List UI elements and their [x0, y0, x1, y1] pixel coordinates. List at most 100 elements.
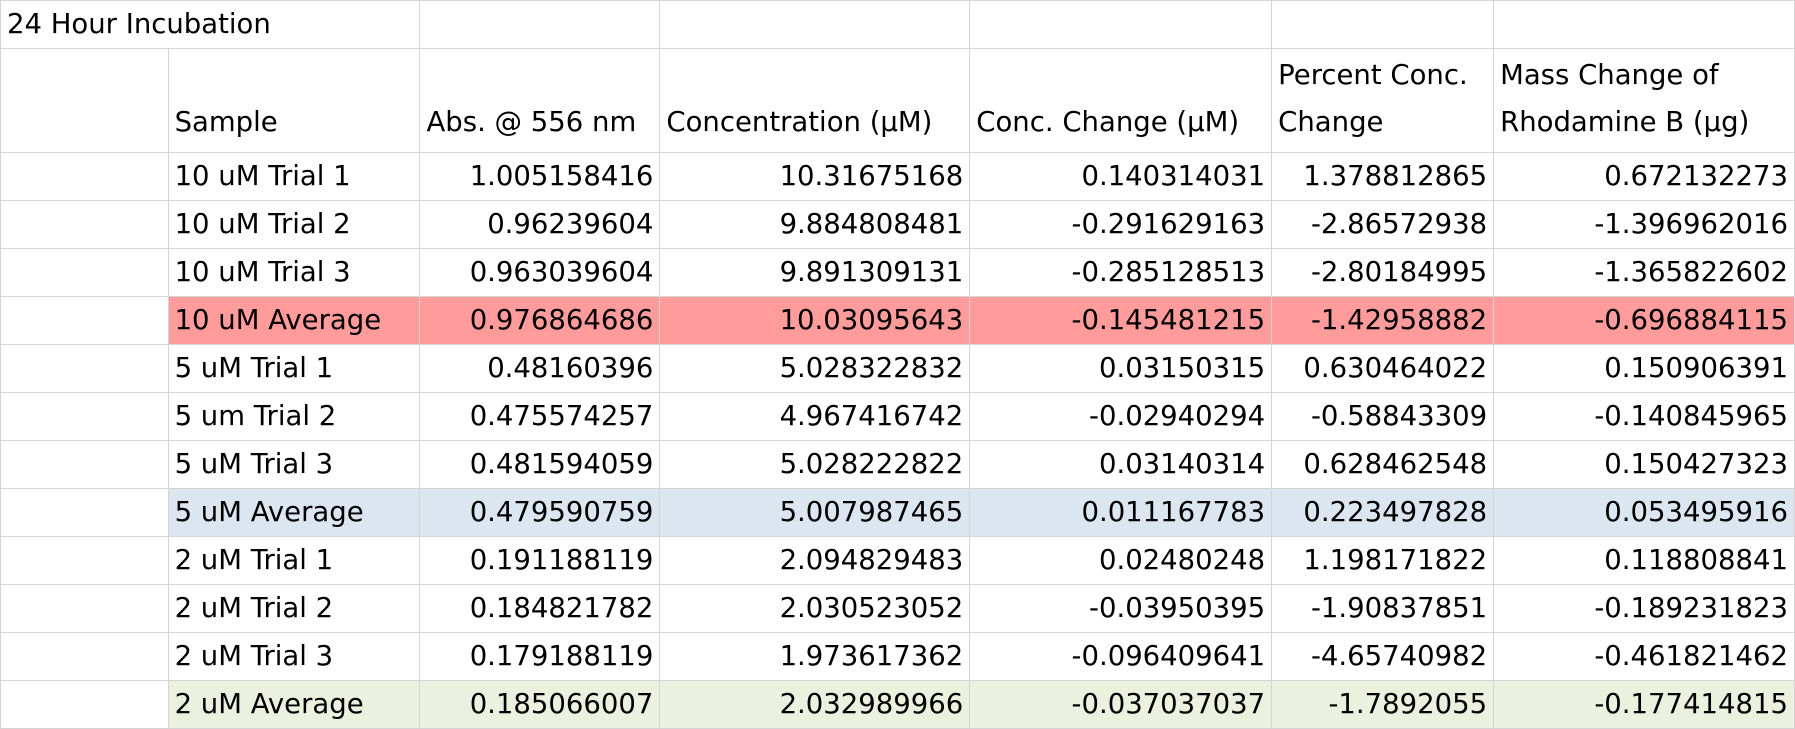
- cell-percent-change[interactable]: 1.198171822: [1271, 536, 1495, 585]
- cell-conc-change[interactable]: 0.140314031: [969, 152, 1273, 201]
- cell-concentration[interactable]: 2.094829483: [659, 536, 971, 585]
- cell-conc-change[interactable]: -0.145481215: [969, 296, 1273, 345]
- empty-cell[interactable]: [0, 584, 169, 633]
- cell-concentration[interactable]: 10.03095643: [659, 296, 971, 345]
- cell-conc-change[interactable]: 0.03140314: [969, 440, 1273, 489]
- cell-sample[interactable]: 2 uM Trial 1: [167, 536, 421, 585]
- cell-abs[interactable]: 0.191188119: [419, 536, 661, 585]
- cell-abs[interactable]: 0.963039604: [419, 248, 661, 297]
- table-row: 2 uM Trial 2 0.184821782 2.030523052 -0.…: [0, 584, 1795, 633]
- cell-mass-change[interactable]: 0.053495916: [1493, 488, 1795, 537]
- cell-concentration[interactable]: 9.891309131: [659, 248, 971, 297]
- cell-percent-change[interactable]: -1.90837851: [1271, 584, 1495, 633]
- cell-conc-change[interactable]: 0.02480248: [969, 536, 1273, 585]
- cell-percent-change[interactable]: -1.42958882: [1271, 296, 1495, 345]
- cell-mass-change[interactable]: -1.396962016: [1493, 200, 1795, 249]
- cell-concentration[interactable]: 2.030523052: [659, 584, 971, 633]
- header-mass-change[interactable]: Mass Change of Rhodamine B (µg): [1493, 48, 1795, 153]
- cell-percent-change[interactable]: -1.7892055: [1271, 680, 1495, 729]
- cell-mass-change[interactable]: 0.150906391: [1493, 344, 1795, 393]
- cell-conc-change[interactable]: 0.011167783: [969, 488, 1273, 537]
- cell-sample[interactable]: 5 uM Trial 1: [167, 344, 421, 393]
- empty-cell[interactable]: [0, 344, 169, 393]
- cell-mass-change[interactable]: -0.177414815: [1493, 680, 1795, 729]
- cell-sample[interactable]: 10 uM Average: [167, 296, 421, 345]
- cell-percent-change[interactable]: -2.80184995: [1271, 248, 1495, 297]
- empty-cell[interactable]: [419, 0, 661, 49]
- empty-cell[interactable]: [0, 488, 169, 537]
- empty-cell[interactable]: [0, 248, 169, 297]
- cell-mass-change[interactable]: 0.150427323: [1493, 440, 1795, 489]
- cell-conc-change[interactable]: -0.291629163: [969, 200, 1273, 249]
- cell-concentration[interactable]: 5.007987465: [659, 488, 971, 537]
- cell-mass-change[interactable]: 0.672132273: [1493, 152, 1795, 201]
- cell-concentration[interactable]: 10.31675168: [659, 152, 971, 201]
- cell-mass-change[interactable]: -1.365822602: [1493, 248, 1795, 297]
- empty-cell[interactable]: [0, 632, 169, 681]
- cell-conc-change[interactable]: -0.037037037: [969, 680, 1273, 729]
- cell-concentration[interactable]: 4.967416742: [659, 392, 971, 441]
- cell-abs[interactable]: 0.976864686: [419, 296, 661, 345]
- cell-conc-change[interactable]: -0.03950395: [969, 584, 1273, 633]
- cell-sample[interactable]: 5 uM Average: [167, 488, 421, 537]
- cell-percent-change[interactable]: 0.223497828: [1271, 488, 1495, 537]
- cell-mass-change[interactable]: -0.696884115: [1493, 296, 1795, 345]
- cell-percent-change[interactable]: -0.58843309: [1271, 392, 1495, 441]
- cell-percent-change[interactable]: -4.65740982: [1271, 632, 1495, 681]
- cell-sample[interactable]: 2 uM Trial 2: [167, 584, 421, 633]
- empty-cell[interactable]: [0, 680, 169, 729]
- cell-sample[interactable]: 10 uM Trial 1: [167, 152, 421, 201]
- cell-mass-change[interactable]: -0.461821462: [1493, 632, 1795, 681]
- cell-conc-change[interactable]: -0.285128513: [969, 248, 1273, 297]
- sheet-title[interactable]: 24 Hour Incubation: [0, 0, 421, 49]
- cell-conc-change[interactable]: -0.096409641: [969, 632, 1273, 681]
- empty-cell[interactable]: [0, 296, 169, 345]
- header-percent-change[interactable]: Percent Conc. Change: [1271, 48, 1495, 153]
- cell-mass-change[interactable]: 0.118808841: [1493, 536, 1795, 585]
- cell-mass-change[interactable]: -0.189231823: [1493, 584, 1795, 633]
- cell-concentration[interactable]: 2.032989966: [659, 680, 971, 729]
- cell-percent-change[interactable]: 0.628462548: [1271, 440, 1495, 489]
- cell-percent-change[interactable]: 0.630464022: [1271, 344, 1495, 393]
- cell-abs[interactable]: 0.48160396: [419, 344, 661, 393]
- empty-cell[interactable]: [0, 392, 169, 441]
- empty-cell[interactable]: [0, 536, 169, 585]
- cell-abs[interactable]: 0.179188119: [419, 632, 661, 681]
- title-row: 24 Hour Incubation: [0, 0, 1795, 49]
- empty-cell[interactable]: [1271, 0, 1495, 49]
- header-percent-line1: Percent Conc.: [1278, 59, 1468, 91]
- cell-mass-change[interactable]: -0.140845965: [1493, 392, 1795, 441]
- empty-cell[interactable]: [659, 0, 971, 49]
- empty-cell[interactable]: [969, 0, 1273, 49]
- cell-percent-change[interactable]: 1.378812865: [1271, 152, 1495, 201]
- cell-abs[interactable]: 0.184821782: [419, 584, 661, 633]
- cell-conc-change[interactable]: -0.02940294: [969, 392, 1273, 441]
- cell-percent-change[interactable]: -2.86572938: [1271, 200, 1495, 249]
- cell-sample[interactable]: 2 uM Average: [167, 680, 421, 729]
- header-concentration[interactable]: Concentration (µM): [659, 48, 971, 153]
- cell-sample[interactable]: 5 uM Trial 3: [167, 440, 421, 489]
- cell-sample[interactable]: 5 um Trial 2: [167, 392, 421, 441]
- cell-concentration[interactable]: 5.028322832: [659, 344, 971, 393]
- empty-cell[interactable]: [0, 200, 169, 249]
- header-abs[interactable]: Abs. @ 556 nm: [419, 48, 661, 153]
- cell-abs[interactable]: 0.481594059: [419, 440, 661, 489]
- cell-abs[interactable]: 0.185066007: [419, 680, 661, 729]
- empty-cell[interactable]: [0, 152, 169, 201]
- empty-cell[interactable]: [0, 440, 169, 489]
- cell-sample[interactable]: 10 uM Trial 3: [167, 248, 421, 297]
- cell-sample[interactable]: 2 uM Trial 3: [167, 632, 421, 681]
- cell-abs[interactable]: 0.479590759: [419, 488, 661, 537]
- cell-concentration[interactable]: 5.028222822: [659, 440, 971, 489]
- header-sample[interactable]: Sample: [167, 48, 421, 153]
- cell-abs[interactable]: 0.475574257: [419, 392, 661, 441]
- cell-abs[interactable]: 1.005158416: [419, 152, 661, 201]
- cell-concentration[interactable]: 9.884808481: [659, 200, 971, 249]
- cell-sample[interactable]: 10 uM Trial 2: [167, 200, 421, 249]
- empty-cell[interactable]: [1493, 0, 1795, 49]
- cell-conc-change[interactable]: 0.03150315: [969, 344, 1273, 393]
- empty-cell[interactable]: [0, 48, 169, 153]
- cell-abs[interactable]: 0.96239604: [419, 200, 661, 249]
- header-conc-change[interactable]: Conc. Change (µM): [969, 48, 1273, 153]
- cell-concentration[interactable]: 1.973617362: [659, 632, 971, 681]
